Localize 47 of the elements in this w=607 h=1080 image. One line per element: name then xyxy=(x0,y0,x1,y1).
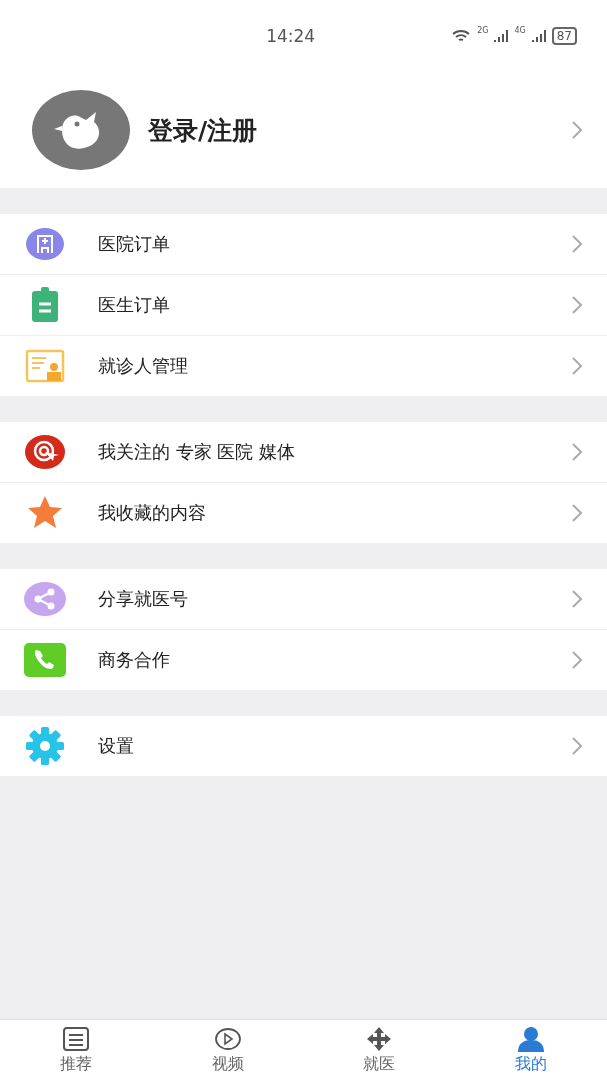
tab-label: 视频 xyxy=(211,1053,244,1075)
chevron-icon xyxy=(571,356,583,376)
signal-icon xyxy=(494,29,509,43)
network-type: 4G xyxy=(514,26,526,35)
chevron-icon xyxy=(571,295,583,315)
menu-item[interactable]: 商务合作 xyxy=(0,629,607,690)
clock: 14:24 xyxy=(266,26,316,46)
list-icon xyxy=(61,1025,90,1052)
menu-item[interactable]: 医生订单 xyxy=(0,274,607,335)
settings-icon xyxy=(24,725,66,767)
chevron-icon xyxy=(571,589,583,609)
menu-label: 我关注的 专家 医院 媒体 xyxy=(98,440,297,464)
chevron-icon xyxy=(571,120,583,140)
signal-icon xyxy=(531,29,546,43)
tab-label: 我的 xyxy=(515,1053,548,1075)
menu-label: 就诊人管理 xyxy=(98,354,189,378)
menu-item[interactable]: 医院订单 xyxy=(0,214,607,274)
nav-tab[interactable]: 视频 xyxy=(151,1020,304,1080)
network-type: 2G xyxy=(477,26,489,35)
person-icon xyxy=(517,1025,546,1052)
nav-tab[interactable]: 就医 xyxy=(303,1020,456,1080)
chevron-icon xyxy=(571,736,583,756)
nav-tab[interactable]: 推荐 xyxy=(0,1020,152,1080)
battery-indicator: 87 xyxy=(551,27,577,45)
menu-item[interactable]: 分享就医号 xyxy=(0,569,607,629)
chevron-icon xyxy=(571,650,583,670)
menu-label: 我收藏的内容 xyxy=(98,501,207,525)
menu-label: 分享就医号 xyxy=(98,587,189,611)
menu-item[interactable]: 设置 xyxy=(0,716,607,776)
avatar-icon xyxy=(32,90,130,170)
menu-item[interactable]: 我关注的 专家 医院 媒体 xyxy=(0,422,607,482)
tab-label: 推荐 xyxy=(59,1053,92,1075)
login-title: 登录/注册 xyxy=(148,114,259,147)
wifi-icon xyxy=(451,28,472,44)
menu-label: 商务合作 xyxy=(98,648,171,672)
nav-tab[interactable]: 我的 xyxy=(455,1020,607,1080)
menu-label: 医生订单 xyxy=(98,293,171,317)
login-row[interactable]: 登录/注册 xyxy=(0,72,607,188)
menu-item[interactable]: 就诊人管理 xyxy=(0,335,607,396)
menu-item[interactable]: 我收藏的内容 xyxy=(0,482,607,543)
play-icon xyxy=(213,1025,242,1052)
menu-label: 医院订单 xyxy=(98,232,171,256)
menu-label: 设置 xyxy=(98,734,135,758)
tab-label: 就医 xyxy=(363,1053,396,1075)
chevron-icon xyxy=(571,234,583,254)
chevron-icon xyxy=(571,503,583,523)
chevron-icon xyxy=(571,442,583,462)
